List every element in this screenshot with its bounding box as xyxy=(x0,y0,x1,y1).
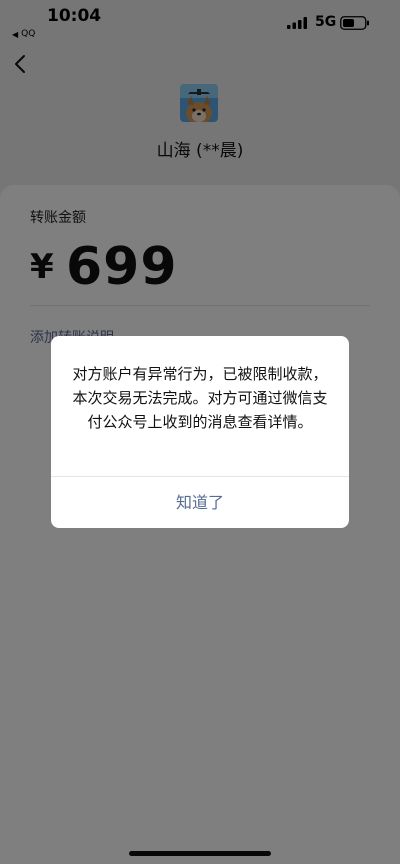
alert-dialog: 对方账户有异常行为，已被限制收款，本次交易无法完成。对方可通过微信支付公众号上收… xyxy=(51,336,349,528)
ok-button[interactable]: 知道了 xyxy=(51,477,349,528)
alert-message: 对方账户有异常行为，已被限制收款，本次交易无法完成。对方可通过微信支付公众号上收… xyxy=(72,365,328,431)
